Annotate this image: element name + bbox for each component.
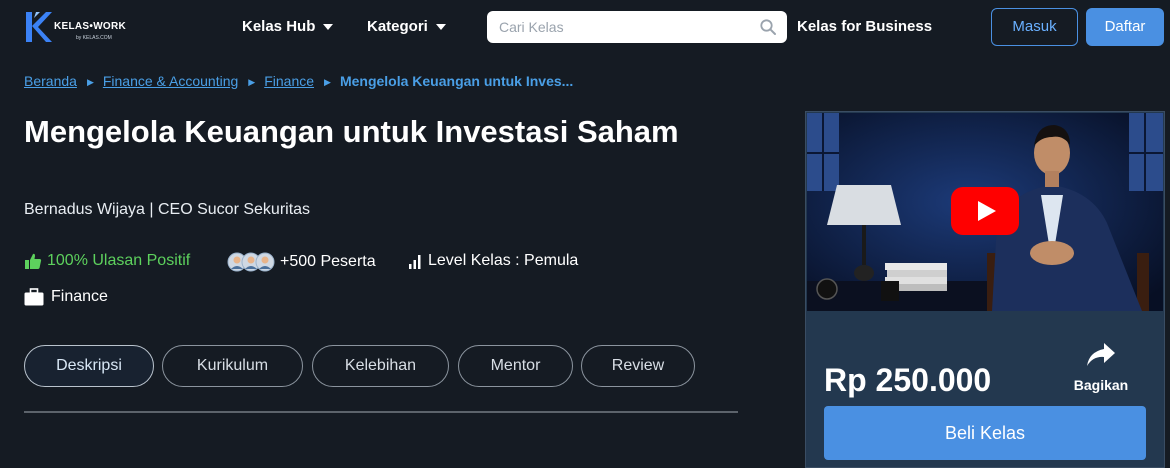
participants-stat: +500 Peserta — [227, 252, 376, 272]
kelas-work-logo[interactable]: KELAS•WORK by KELAS.COM — [24, 10, 134, 44]
tab-kelebihan[interactable]: Kelebihan — [312, 345, 449, 387]
register-button[interactable]: Daftar — [1086, 8, 1164, 46]
search-bar — [487, 11, 787, 43]
share-button[interactable]: Bagikan — [1065, 342, 1137, 393]
breadcrumb-finance[interactable]: Finance — [264, 73, 314, 89]
login-button[interactable]: Masuk — [991, 8, 1078, 46]
category-stat: Finance — [24, 288, 108, 306]
category-text: Finance — [51, 288, 108, 306]
tab-mentor[interactable]: Mentor — [458, 345, 573, 387]
participants-avatars-icon — [227, 252, 275, 272]
level-stat: Level Kelas : Pemula — [408, 252, 578, 270]
search-input[interactable] — [487, 11, 759, 43]
chevron-down-icon — [435, 24, 446, 31]
briefcase-icon — [24, 288, 44, 306]
review-text: 100% Ulasan Positif — [47, 252, 191, 270]
tab-kurikulum[interactable]: Kurikulum — [162, 345, 303, 387]
nav-kelas-hub-label: Kelas Hub — [242, 18, 316, 35]
chevron-down-icon — [323, 24, 334, 31]
tab-deskripsi[interactable]: Deskripsi — [24, 345, 154, 387]
breadcrumb-arrow-icon: ▶ — [248, 77, 256, 87]
signal-bars-icon — [409, 254, 421, 269]
thumbs-up-icon — [25, 253, 42, 269]
nav-kelas-hub[interactable]: Kelas Hub — [242, 18, 334, 35]
course-video-preview[interactable] — [807, 113, 1163, 311]
top-navbar: KELAS•WORK by KELAS.COM Kelas Hub Katego… — [0, 0, 1170, 54]
course-price: Rp 250.000 — [824, 362, 992, 398]
logo-brand: KELAS•WORK — [54, 21, 127, 32]
search-icon[interactable] — [759, 18, 777, 36]
mentor-name: Bernadus Wijaya | CEO Sucor Sekuritas — [24, 201, 311, 218]
level-text: Level Kelas : Pemula — [428, 252, 579, 269]
tab-review[interactable]: Review — [581, 345, 695, 387]
tabs-divider — [24, 411, 738, 413]
breadcrumb-arrow-icon: ▶ — [324, 77, 331, 87]
buy-course-button[interactable]: Beli Kelas — [824, 406, 1146, 460]
breadcrumb-finance-accounting[interactable]: Finance & Accounting — [103, 73, 238, 89]
nav-kategori-label: Kategori — [367, 18, 428, 35]
share-label: Bagikan — [1073, 377, 1129, 393]
breadcrumb-beranda[interactable]: Beranda — [24, 73, 77, 89]
breadcrumb: Beranda ▶ Finance & Accounting ▶ Finance ▶ Men… — [24, 73, 573, 89]
review-stat: 100% Ulasan Positif — [24, 252, 190, 270]
breadcrumb-current: Mengelola Keuangan untuk Inves... — [339, 73, 574, 89]
kelas-for-business-link[interactable]: Kelas for Business — [797, 18, 932, 35]
share-arrow-icon — [1087, 343, 1115, 366]
participants-text: +500 Peserta — [280, 253, 376, 271]
page-title: Mengelola Keuangan untuk Investasi Saham — [24, 114, 679, 149]
breadcrumb-arrow-icon: ▶ — [86, 77, 94, 87]
nav-kategori[interactable]: Kategori — [367, 18, 446, 35]
logo-sub: by KELAS.COM — [76, 35, 112, 41]
play-button-icon[interactable] — [951, 187, 1019, 235]
logo-k-icon — [26, 12, 52, 42]
purchase-card: Rp 250.000 Bagikan Beli Kelas — [805, 111, 1165, 468]
